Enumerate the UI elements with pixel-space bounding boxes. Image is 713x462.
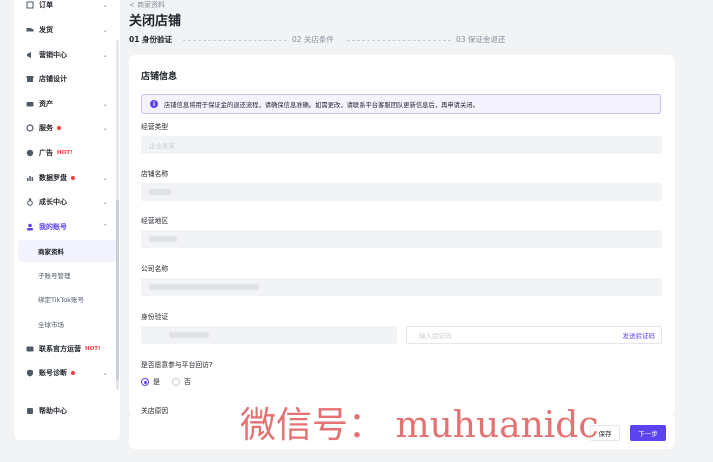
redacted-value <box>149 189 171 195</box>
sidebar-item-label: 店铺设计 <box>39 75 67 83</box>
hot-badge: HOT! <box>57 150 73 156</box>
store-icon <box>25 75 34 84</box>
sidebar-item-label: 广告 <box>39 149 53 157</box>
sidebar-item-ads[interactable]: 广告 HOT! <box>14 142 120 164</box>
sidebar-item-label: 成长中心 <box>39 198 67 206</box>
chevron-up-icon: ⌃ <box>102 223 108 231</box>
step-3: 03 保证金退还 <box>456 35 506 44</box>
service-icon <box>25 124 34 133</box>
sidebar-item-label: 发货 <box>39 26 53 34</box>
step-1: 01 身份验证 <box>129 35 173 44</box>
step-divider <box>183 40 287 41</box>
chevron-down-icon: ⌄ <box>102 124 108 132</box>
help-icon <box>25 407 34 416</box>
info-notice: i 店铺信息将用于保证金的退还流程，请确保信息准确。如需更改，请联系平台客服团队… <box>141 94 661 114</box>
phone-field <box>141 326 397 344</box>
business-type-value: 企业卖家 <box>149 142 175 150</box>
hot-badge: HOT! <box>85 346 101 352</box>
radio-yes[interactable] <box>141 378 149 386</box>
megaphone-icon <box>25 51 34 60</box>
radio-yes-label[interactable]: 是 <box>153 377 160 387</box>
card-title: 店铺信息 <box>141 72 178 82</box>
page-title: 关闭店铺 <box>129 14 182 29</box>
sidebar-item-label: 帮助中心 <box>39 407 67 415</box>
sidebar-subitem-subaccounts[interactable]: 子账号管理 <box>14 264 112 286</box>
step-2: 02 关店条件 <box>292 35 334 44</box>
sidebar-item-label: 营销中心 <box>39 51 67 59</box>
code-placeholder: 输入验证码 <box>419 332 452 340</box>
radio-no-label[interactable]: 否 <box>184 377 191 387</box>
step-divider <box>347 40 451 41</box>
sidebar-item-store-design[interactable]: 店铺设计 <box>14 68 120 90</box>
user-icon <box>25 223 34 232</box>
watermark: 微信号： muhuanidc <box>240 405 599 446</box>
next-button[interactable]: 下一步 <box>630 425 666 441</box>
chevron-down-icon: ⌄ <box>102 100 108 108</box>
revisit-question-label: 是否愿意参与平台回访? <box>141 361 213 369</box>
redacted-value <box>149 284 259 290</box>
order-icon <box>25 1 34 10</box>
sidebar-item-label: 数据罗盘 <box>39 174 67 182</box>
sidebar-item-assets[interactable]: 资产 ⌄ <box>14 93 120 115</box>
sidebar-item-label: 账号诊断 <box>39 369 67 377</box>
store-name-label: 店铺名称 <box>141 170 169 178</box>
ad-icon <box>25 149 34 158</box>
redacted-value <box>149 236 177 242</box>
sidebar-scrollbar-thumb[interactable] <box>116 200 119 380</box>
chart-icon <box>25 174 34 183</box>
business-type-label: 经营类型 <box>141 123 169 131</box>
sidebar-item-label: 资产 <box>39 100 53 108</box>
notification-dot <box>71 371 75 375</box>
sidebar-item-shipping[interactable]: 发货 ⌄ <box>14 19 120 41</box>
chevron-down-icon: ⌄ <box>102 174 108 182</box>
notification-dot <box>57 126 61 130</box>
sidebar-item-service[interactable]: 服务 ⌄ <box>14 117 120 139</box>
sidebar-subitem-merchant-info[interactable]: 商家资料 <box>18 240 116 262</box>
contact-icon <box>25 345 34 354</box>
shield-icon <box>25 369 34 378</box>
sidebar-subitem-bind-tiktok[interactable]: 绑定TikTok账号 <box>14 288 112 310</box>
sidebar-subitem-global-market[interactable]: 全球市场 <box>14 313 112 335</box>
sidebar-item-marketing[interactable]: 营销中心 ⌄ <box>14 44 120 66</box>
breadcrumb[interactable]: < 商家资料 <box>129 0 165 10</box>
business-type-field: 企业卖家 <box>141 136 662 154</box>
close-reason-label: 关店原因 <box>141 407 169 415</box>
sidebar-item-my-account[interactable]: 我的账号 ⌃ <box>14 216 120 238</box>
sidebar-item-label: 服务 <box>39 124 53 132</box>
truck-icon <box>25 26 34 35</box>
company-field <box>141 278 662 296</box>
sidebar: 订单 ⌄ 发货 ⌄ 营销中心 ⌄ 店铺设计 资产 ⌄ 服务 ⌄ 广告 HOT! … <box>14 0 120 440</box>
sidebar-item-label: 联系官方运营 <box>39 345 81 353</box>
region-label: 经营地区 <box>141 217 169 225</box>
medal-icon <box>25 198 34 207</box>
sidebar-item-account-diagnosis[interactable]: 账号诊断 ⌄ <box>14 362 120 384</box>
notification-dot <box>71 176 75 180</box>
notice-text: 店铺信息将用于保证金的退还流程，请确保信息准确。如需更改，请联系平台客服团队更新… <box>164 101 479 109</box>
sidebar-item-growth-center[interactable]: 成长中心 ⌄ <box>14 191 120 213</box>
sidebar-item-contact-ops[interactable]: 联系官方运营 HOT! <box>14 338 120 360</box>
region-field <box>141 230 662 248</box>
sidebar-item-data-compass[interactable]: 数据罗盘 ⌄ <box>14 167 120 189</box>
sidebar-item-orders[interactable]: 订单 ⌄ <box>14 0 120 16</box>
revisit-radio-group: 是 否 <box>141 377 191 387</box>
sidebar-item-label: 我的账号 <box>39 223 67 231</box>
radio-no[interactable] <box>172 378 180 386</box>
info-icon: i <box>150 100 158 108</box>
chevron-down-icon: ⌄ <box>102 51 108 59</box>
verification-code-input[interactable]: 输入验证码 发送验证码 <box>406 326 662 344</box>
sidebar-item-label: 订单 <box>39 1 53 9</box>
step-indicator: 01 身份验证 02 关店条件 03 保证金退还 <box>129 34 674 46</box>
chevron-down-icon: ⌄ <box>102 369 108 377</box>
store-info-card: 店铺信息 i 店铺信息将用于保证金的退还流程，请确保信息准确。如需更改，请联系平… <box>129 55 675 415</box>
send-code-button[interactable]: 发送验证码 <box>623 330 656 340</box>
redacted-value <box>169 332 209 338</box>
chevron-down-icon: ⌄ <box>102 26 108 34</box>
sidebar-item-help-center[interactable]: 帮助中心 <box>14 400 120 422</box>
chevron-down-icon: ⌄ <box>102 1 108 9</box>
verify-label: 身份验证 <box>141 313 169 321</box>
chevron-down-icon: ⌄ <box>102 198 108 206</box>
store-name-field <box>141 183 662 201</box>
wallet-icon <box>25 100 34 109</box>
company-label: 公司名称 <box>141 265 169 273</box>
